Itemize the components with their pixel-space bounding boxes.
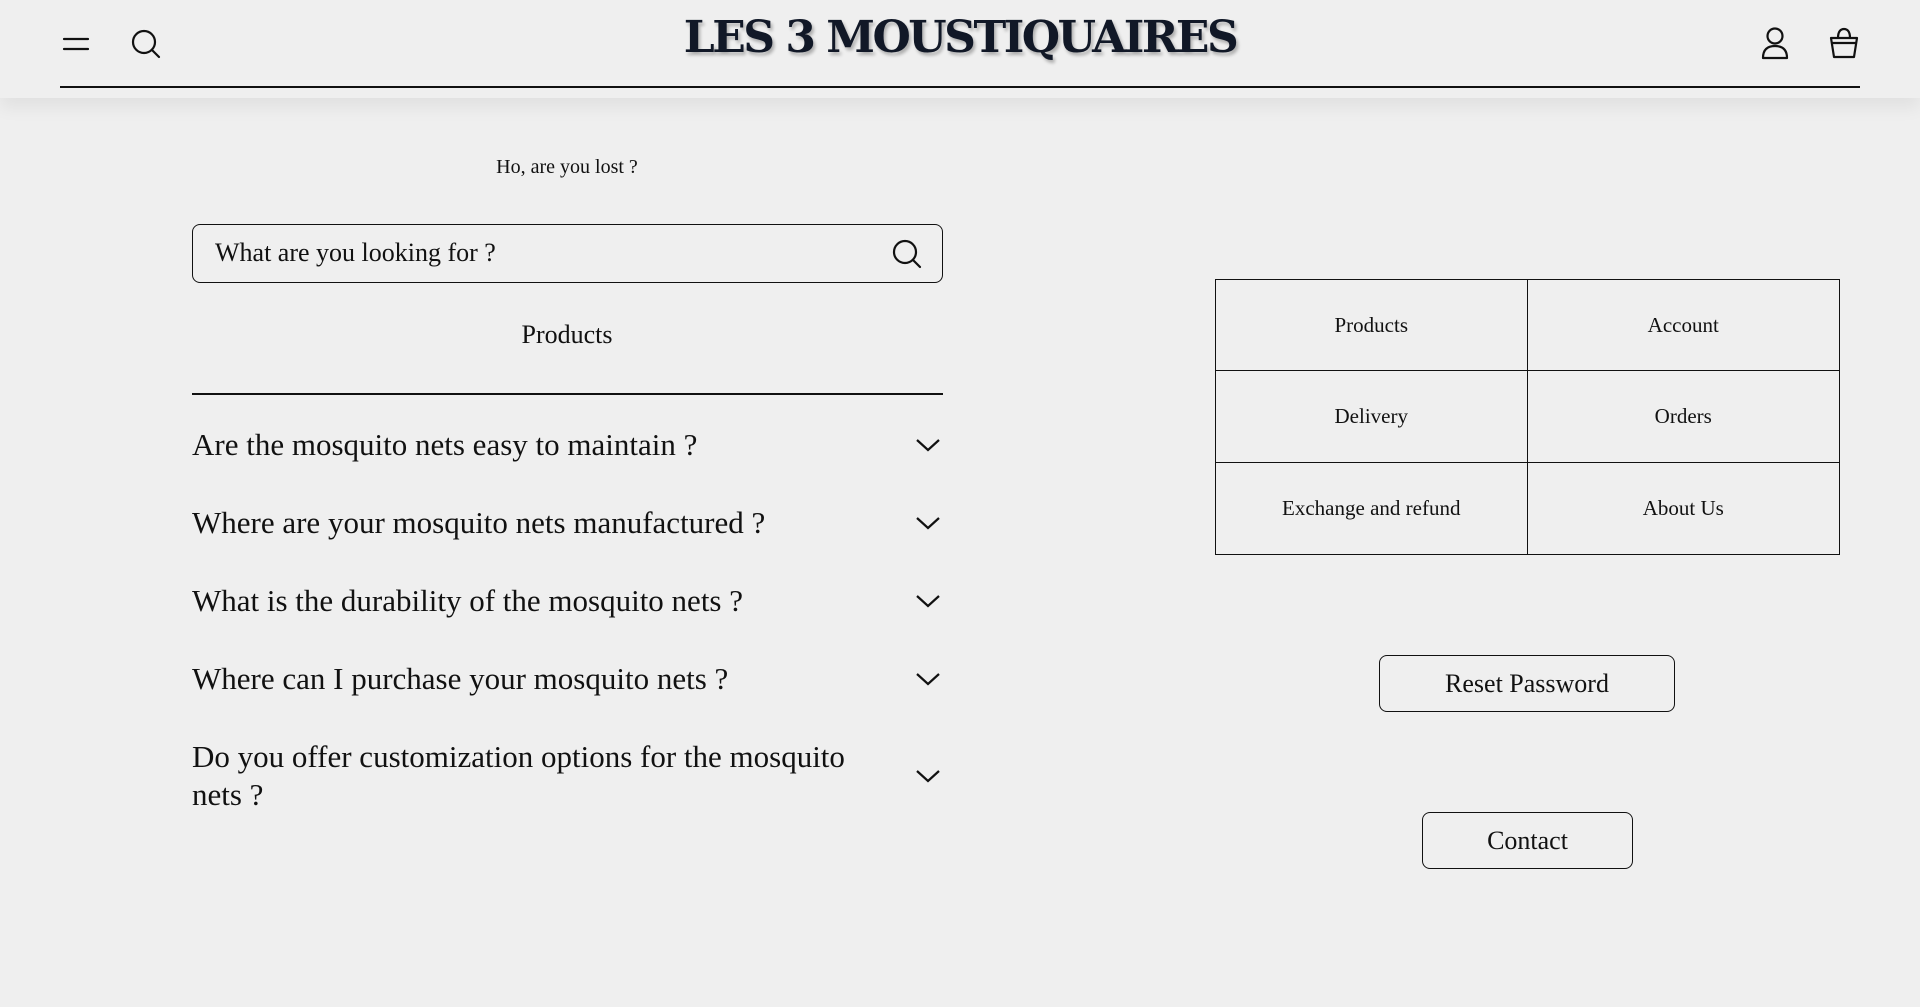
chevron-down-icon bbox=[915, 671, 941, 687]
help-links-grid: Products Account Delivery Orders Exchang… bbox=[1215, 279, 1840, 555]
faq-item[interactable]: What is the durability of the mosquito n… bbox=[192, 582, 943, 620]
header-divider bbox=[60, 86, 1860, 88]
link-products[interactable]: Products bbox=[1216, 280, 1528, 372]
user-icon[interactable] bbox=[1757, 25, 1793, 61]
contact-button[interactable]: Contact bbox=[1422, 812, 1633, 869]
chevron-down-icon bbox=[915, 768, 941, 784]
faq-list: Are the mosquito nets easy to maintain ?… bbox=[192, 426, 943, 814]
chevron-down-icon bbox=[915, 515, 941, 531]
link-delivery[interactable]: Delivery bbox=[1216, 371, 1528, 463]
search-icon[interactable] bbox=[128, 26, 164, 62]
faq-item[interactable]: Where can I purchase your mosquito nets … bbox=[192, 660, 943, 698]
faq-item[interactable]: Where are your mosquito nets manufacture… bbox=[192, 504, 943, 542]
link-exchange-refund[interactable]: Exchange and refund bbox=[1216, 462, 1528, 554]
search-box bbox=[192, 224, 943, 283]
search-input[interactable] bbox=[213, 225, 873, 281]
faq-question: Where can I purchase your mosquito nets … bbox=[192, 661, 729, 696]
site-header: LES 3 MOUSTIQUAIRES bbox=[0, 0, 1920, 98]
faq-question: Are the mosquito nets easy to maintain ? bbox=[192, 427, 698, 462]
faq-question: What is the durability of the mosquito n… bbox=[192, 583, 744, 618]
brand-logo[interactable]: LES 3 MOUSTIQUAIRES bbox=[0, 12, 1920, 63]
link-orders[interactable]: Orders bbox=[1527, 371, 1839, 463]
hamburger-menu-icon[interactable] bbox=[58, 26, 94, 62]
chevron-down-icon bbox=[915, 593, 941, 609]
reset-password-button[interactable]: Reset Password bbox=[1379, 655, 1675, 712]
link-account[interactable]: Account bbox=[1527, 280, 1839, 372]
section-divider bbox=[192, 393, 943, 395]
faq-section-title: Products bbox=[521, 320, 613, 349]
basket-icon[interactable] bbox=[1826, 25, 1862, 61]
search-submit-icon[interactable] bbox=[890, 237, 924, 271]
faq-item[interactable]: Are the mosquito nets easy to maintain ? bbox=[192, 426, 943, 464]
faq-item[interactable]: Do you offer customization options for t… bbox=[192, 738, 943, 814]
link-about-us[interactable]: About Us bbox=[1528, 463, 1840, 554]
faq-question: Where are your mosquito nets manufacture… bbox=[192, 505, 766, 540]
faq-question: Do you offer customization options for t… bbox=[192, 739, 845, 812]
lost-message: Ho, are you lost ? bbox=[496, 156, 638, 178]
chevron-down-icon bbox=[915, 437, 941, 453]
